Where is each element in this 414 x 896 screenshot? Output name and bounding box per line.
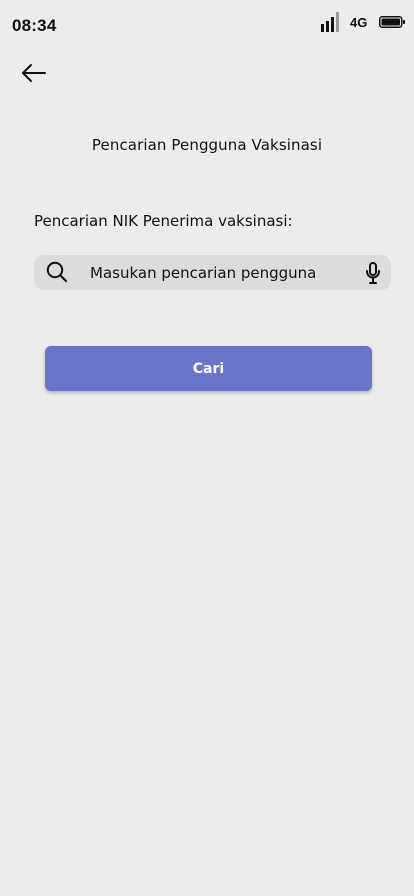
search-icon xyxy=(46,261,68,283)
network-type: 4G xyxy=(350,15,368,30)
search-input[interactable] xyxy=(90,255,350,290)
search-bar[interactable] xyxy=(34,255,391,290)
page-title: Pencarian Pengguna Vaksinasi xyxy=(91,136,323,154)
search-button[interactable]: Cari xyxy=(45,346,372,391)
battery-icon xyxy=(379,16,405,28)
signal-icon xyxy=(321,12,339,32)
microphone-icon[interactable] xyxy=(365,262,381,284)
status-bar: 08:34 4G xyxy=(0,0,414,44)
status-time: 08:34 xyxy=(12,16,57,35)
arrow-left-icon xyxy=(22,64,46,82)
back-button[interactable] xyxy=(20,60,48,86)
search-label: Pencarian NIK Penerima vaksinasi: xyxy=(34,212,293,230)
